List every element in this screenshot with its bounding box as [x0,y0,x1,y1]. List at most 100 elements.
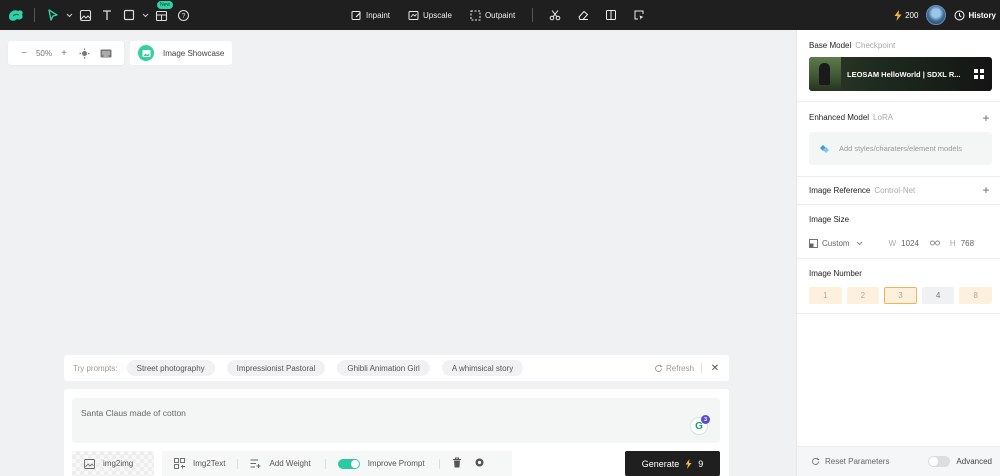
select-cursor-icon[interactable] [43,5,63,25]
refresh-prompts-button[interactable]: Refresh [654,355,694,381]
history-button[interactable]: History [954,10,996,21]
grammarly-count: 3 [701,415,710,424]
zoom-in-button[interactable]: + [57,46,71,60]
image-size-row: Custom W 1024 H 768 [809,236,992,250]
toolbar-left-group: New ? [6,0,193,30]
toolbar-right-group: 200 History [894,0,996,30]
link-icon[interactable] [929,240,940,246]
image-number-option[interactable]: 1 [809,287,842,304]
outpaint-icon [470,10,481,20]
close-icon[interactable]: ✕ [709,361,721,375]
zoom-control: − 50% + [8,41,124,65]
refresh-label: Refresh [666,363,695,373]
image-number-options: 1 2 3 4 8 [809,287,992,304]
reset-label: Reset Parameters [825,457,890,466]
height-label: H [949,238,956,248]
help-icon[interactable]: ? [173,5,193,25]
prompt-chip[interactable]: Ghibli Animation Girl [337,360,430,376]
improve-prompt-toggle[interactable]: Improve Prompt [337,451,452,476]
outpaint-button[interactable]: Outpaint [467,5,518,25]
size-preset-select[interactable]: Custom [822,239,850,248]
inpaint-button[interactable]: Inpaint [348,5,393,25]
layers-icon [820,144,829,153]
credits-counter[interactable]: 200 [894,9,918,21]
improve-prompt-switch[interactable] [337,458,360,469]
enhanced-model-subtitle: LoRA [873,113,894,122]
prompt-chip[interactable]: Street photography [126,360,215,376]
image-tool-icon[interactable] [75,5,95,25]
image-reference-section: Image Reference Control-Net + [797,177,1000,205]
layout-tool-icon[interactable]: New [151,1,174,25]
prompt-actions: img2img Img2Text Add Weight Improve Prom… [72,451,512,476]
add-weight-label: Add Weight [269,459,311,468]
avatar[interactable] [926,5,947,25]
prompt-panel: Santa Claus made of cotton G 3 img2img I… [64,389,729,476]
text-tool-icon[interactable] [97,5,117,25]
generate-cost: 9 [698,458,704,469]
reset-parameters-button[interactable]: Reset Parameters [811,457,889,466]
divider [438,458,440,469]
image-number-option[interactable]: 2 [846,287,880,304]
trash-icon[interactable] [452,457,462,470]
img2img-button[interactable]: img2img [72,451,154,476]
image-number-option-selected[interactable]: 3 [884,287,917,304]
lora-placeholder: Add styles/charaters/element models [839,144,962,153]
add-reference-plus-icon[interactable]: + [981,184,991,196]
outpaint-label: Outpaint [484,10,516,20]
eraser-icon[interactable] [573,5,593,25]
app-logo-icon[interactable] [6,5,26,25]
base-model-title: Base Model [809,41,852,50]
image-reference-title: Image Reference [809,186,871,195]
chevron-down-icon[interactable] [65,5,73,25]
toolbar-divider [532,8,534,22]
prompt-chip[interactable]: Impressionist Pastoral [226,360,326,376]
image-number-title: Image Number [809,269,862,278]
keyboard-icon[interactable] [99,46,113,60]
inpaint-icon [351,10,361,20]
generate-button[interactable]: Generate 9 [625,451,720,476]
auto-select-icon[interactable] [629,5,649,25]
enhanced-model-title: Enhanced Model [809,113,870,122]
advanced-switch[interactable] [928,456,951,467]
settings-gear-icon[interactable] [474,457,485,470]
prompt-chip[interactable]: A whimsical story [441,360,524,376]
image-number-option[interactable]: 4 [921,287,955,304]
grid-icon[interactable] [974,69,984,79]
image-size-title: Image Size [809,215,850,224]
prompt-input[interactable]: Santa Claus made of cotton [72,398,720,443]
svg-text:?: ? [181,13,185,20]
history-label: History [968,10,996,20]
img2text-label: Img2Text [193,459,226,468]
add-lora-button[interactable]: Add styles/charaters/element models [809,132,992,165]
refresh-icon [655,364,663,372]
grammarly-icon[interactable]: G 3 [690,415,710,435]
shape-tool-icon[interactable] [119,5,139,25]
lightning-icon [685,458,692,469]
toolbar-divider [34,8,35,22]
upscale-button[interactable]: Upscale [405,5,455,25]
advanced-toggle[interactable]: Advanced [928,456,992,467]
divider [324,458,326,469]
upscale-label: Upscale [423,10,452,20]
advanced-label: Advanced [956,457,992,466]
chevron-down-icon[interactable] [141,5,149,25]
aspect-ratio-icon [809,238,818,248]
top-toolbar: New ? Inpaint Upscale Outpaint 200 Histo… [0,0,1000,30]
image-number-option[interactable]: 8 [959,287,992,304]
zoom-out-button[interactable]: − [17,46,31,60]
height-input[interactable]: 768 [961,239,974,248]
add-lora-plus-icon[interactable]: + [981,112,991,124]
base-model-card[interactable]: LEOSAM HelloWorld | SDXL R... [809,57,992,91]
fit-view-icon[interactable] [77,46,91,60]
image-showcase-button[interactable]: Image Showcase [130,41,232,65]
compare-icon[interactable] [601,5,621,25]
img2img-label: img2img [103,459,134,468]
width-input[interactable]: 1024 [901,239,919,248]
divider [237,458,239,469]
image-size-section: Image Size [797,205,1000,259]
chevron-down-icon[interactable] [856,241,863,246]
scissors-icon[interactable] [545,5,565,25]
weight-icon [250,459,261,468]
img2text-button[interactable]: Img2Text [162,451,251,476]
add-weight-button[interactable]: Add Weight [250,451,338,476]
